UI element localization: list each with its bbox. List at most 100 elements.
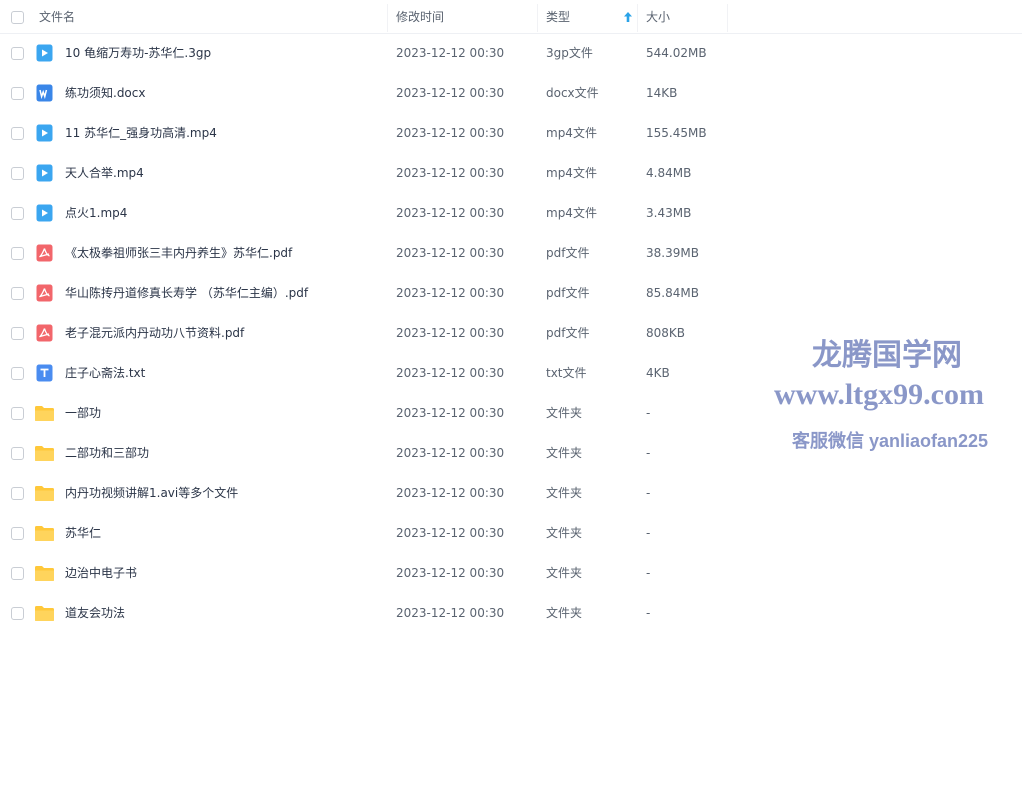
sort-ascending-icon[interactable]	[623, 11, 633, 23]
row-checkbox[interactable]	[11, 327, 24, 340]
video-file-icon	[36, 204, 53, 222]
column-divider	[727, 4, 728, 32]
file-modified-time: 2023-12-12 00:30	[396, 366, 505, 380]
file-size: -	[646, 526, 651, 540]
file-size: 4.84MB	[646, 166, 692, 180]
row-checkbox[interactable]	[11, 567, 24, 580]
video-file-icon	[36, 124, 53, 142]
file-modified-time: 2023-12-12 00:30	[396, 526, 505, 540]
file-row[interactable]: 《太极拳祖师张三丰内丹养生》苏华仁.pdf 2023-12-12 00:30 pdf…	[0, 233, 1022, 273]
file-type: mp4文件	[546, 206, 597, 220]
file-row[interactable]: 苏华仁 2023-12-12 00:30 文件夹 -	[0, 513, 1022, 553]
column-header-time[interactable]: 修改时间	[396, 0, 444, 33]
file-name[interactable]: 庄子心斋法.txt	[65, 353, 145, 393]
file-name[interactable]: 10 龟缩万寿功-苏华仁.3gp	[65, 33, 211, 73]
file-type: docx文件	[546, 86, 599, 100]
file-name[interactable]: 11 苏华仁_强身功高清.mp4	[65, 113, 217, 153]
column-divider	[537, 4, 538, 32]
file-type: txt文件	[546, 366, 587, 380]
file-modified-time: 2023-12-12 00:30	[396, 446, 505, 460]
column-header-type[interactable]: 类型	[546, 0, 570, 33]
file-name[interactable]: 点火1.mp4	[65, 193, 127, 233]
file-list-page: 文件名 修改时间 类型 大小 10 龟缩万寿功-苏华仁.3gp 2023-12-1…	[0, 0, 1022, 793]
file-size: 4KB	[646, 366, 670, 380]
file-type: pdf文件	[546, 326, 590, 340]
row-checkbox[interactable]	[11, 127, 24, 140]
file-row[interactable]: 天人合举.mp4 2023-12-12 00:30 mp4文件 4.84MB	[0, 153, 1022, 193]
file-list-header: 文件名 修改时间 类型 大小	[0, 0, 1022, 34]
file-name[interactable]: 道友会功法	[65, 593, 125, 633]
file-size: 14KB	[646, 86, 678, 100]
file-row[interactable]: 边治中电子书 2023-12-12 00:30 文件夹 -	[0, 553, 1022, 593]
row-checkbox[interactable]	[11, 607, 24, 620]
file-name[interactable]: 苏华仁	[65, 513, 101, 553]
file-row[interactable]: 10 龟缩万寿功-苏华仁.3gp 2023-12-12 00:30 3gp文件 544…	[0, 33, 1022, 73]
file-row[interactable]: 点火1.mp4 2023-12-12 00:30 mp4文件 3.43MB	[0, 193, 1022, 233]
video-file-icon	[36, 164, 53, 182]
file-name[interactable]: 内丹功视频讲解1.avi等多个文件	[65, 473, 238, 513]
file-type: pdf文件	[546, 246, 590, 260]
folder-icon	[35, 406, 54, 421]
folder-icon	[35, 526, 54, 541]
file-type: 文件夹	[546, 526, 583, 540]
column-divider	[387, 4, 388, 32]
row-checkbox[interactable]	[11, 207, 24, 220]
file-type: 文件夹	[546, 566, 583, 580]
file-size: -	[646, 566, 651, 580]
file-name[interactable]: 练功须知.docx	[65, 73, 145, 113]
file-type: mp4文件	[546, 166, 597, 180]
file-row[interactable]: 练功须知.docx 2023-12-12 00:30 docx文件 14KB	[0, 73, 1022, 113]
folder-icon	[35, 566, 54, 581]
file-type: 文件夹	[546, 486, 583, 500]
file-row[interactable]: 内丹功视频讲解1.avi等多个文件 2023-12-12 00:30 文件夹 -	[0, 473, 1022, 513]
file-modified-time: 2023-12-12 00:30	[396, 286, 505, 300]
file-modified-time: 2023-12-12 00:30	[396, 206, 505, 220]
folder-icon	[35, 446, 54, 461]
column-header-size[interactable]: 大小	[646, 0, 670, 33]
file-name[interactable]: 《太极拳祖师张三丰内丹养生》苏华仁.pdf	[65, 233, 292, 273]
row-checkbox[interactable]	[11, 367, 24, 380]
row-checkbox[interactable]	[11, 407, 24, 420]
file-name[interactable]: 天人合举.mp4	[65, 153, 144, 193]
file-size: -	[646, 606, 651, 620]
file-name[interactable]: 一部功	[65, 393, 101, 433]
file-size: 155.45MB	[646, 126, 707, 140]
file-name[interactable]: 老子混元派内丹动功八节资料.pdf	[65, 313, 244, 353]
row-checkbox[interactable]	[11, 527, 24, 540]
file-row[interactable]: 华山陈抟丹道修真长寿学 （苏华仁主编）.pdf 2023-12-12 00:30 p…	[0, 273, 1022, 313]
file-size: -	[646, 406, 651, 420]
file-size: 85.84MB	[646, 286, 699, 300]
file-name[interactable]: 二部功和三部功	[65, 433, 149, 473]
column-divider	[637, 4, 638, 32]
file-type: pdf文件	[546, 286, 590, 300]
txt-file-icon	[36, 364, 53, 382]
row-checkbox[interactable]	[11, 487, 24, 500]
file-modified-time: 2023-12-12 00:30	[396, 46, 505, 60]
row-checkbox[interactable]	[11, 247, 24, 260]
file-modified-time: 2023-12-12 00:30	[396, 166, 505, 180]
file-modified-time: 2023-12-12 00:30	[396, 606, 505, 620]
file-name[interactable]: 边治中电子书	[65, 553, 137, 593]
file-size: 38.39MB	[646, 246, 699, 260]
file-size: 3.43MB	[646, 206, 692, 220]
file-size: -	[646, 486, 651, 500]
file-modified-time: 2023-12-12 00:30	[396, 246, 505, 260]
video-file-icon	[36, 44, 53, 62]
row-checkbox[interactable]	[11, 47, 24, 60]
file-name[interactable]: 华山陈抟丹道修真长寿学 （苏华仁主编）.pdf	[65, 273, 308, 313]
file-modified-time: 2023-12-12 00:30	[396, 486, 505, 500]
pdf-file-icon	[36, 324, 53, 342]
column-header-name[interactable]: 文件名	[39, 0, 75, 33]
file-size: -	[646, 446, 651, 460]
row-checkbox[interactable]	[11, 87, 24, 100]
file-modified-time: 2023-12-12 00:30	[396, 566, 505, 580]
file-modified-time: 2023-12-12 00:30	[396, 86, 505, 100]
file-row[interactable]: 道友会功法 2023-12-12 00:30 文件夹 -	[0, 593, 1022, 633]
row-checkbox[interactable]	[11, 167, 24, 180]
watermark-title: 龙腾国学网	[812, 339, 962, 372]
watermark-url: www.ltgx99.com	[774, 378, 984, 411]
file-row[interactable]: 11 苏华仁_强身功高清.mp4 2023-12-12 00:30 mp4文件 155…	[0, 113, 1022, 153]
row-checkbox[interactable]	[11, 287, 24, 300]
row-checkbox[interactable]	[11, 447, 24, 460]
select-all-checkbox[interactable]	[11, 11, 24, 24]
